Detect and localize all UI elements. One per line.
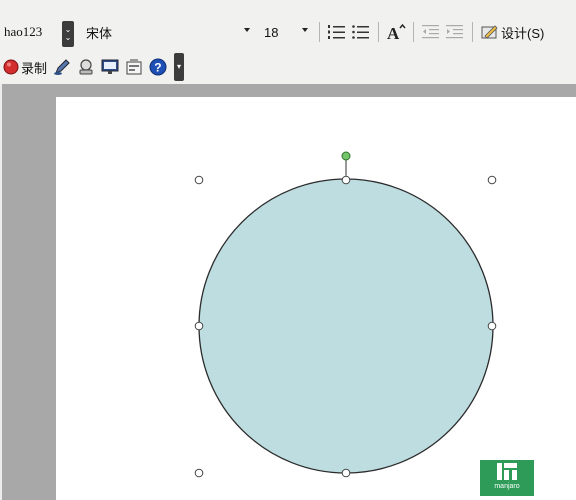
selected-shape-layer (194, 151, 497, 478)
resize-handle-bottom-left[interactable] (194, 468, 204, 478)
resize-handle-top-right[interactable] (487, 175, 497, 185)
resize-handle-right[interactable] (487, 321, 497, 331)
resize-handle-left[interactable] (194, 321, 204, 331)
manjaro-logo-text: manjaro (494, 483, 520, 490)
manjaro-logo-icon (497, 463, 517, 480)
circle-shape[interactable] (198, 178, 494, 474)
resize-handle-top-left[interactable] (194, 175, 204, 185)
rotation-handle[interactable] (341, 151, 351, 161)
resize-handle-bottom[interactable] (341, 468, 351, 478)
manjaro-logo: manjaro (480, 460, 534, 496)
resize-handle-top[interactable] (341, 175, 351, 185)
